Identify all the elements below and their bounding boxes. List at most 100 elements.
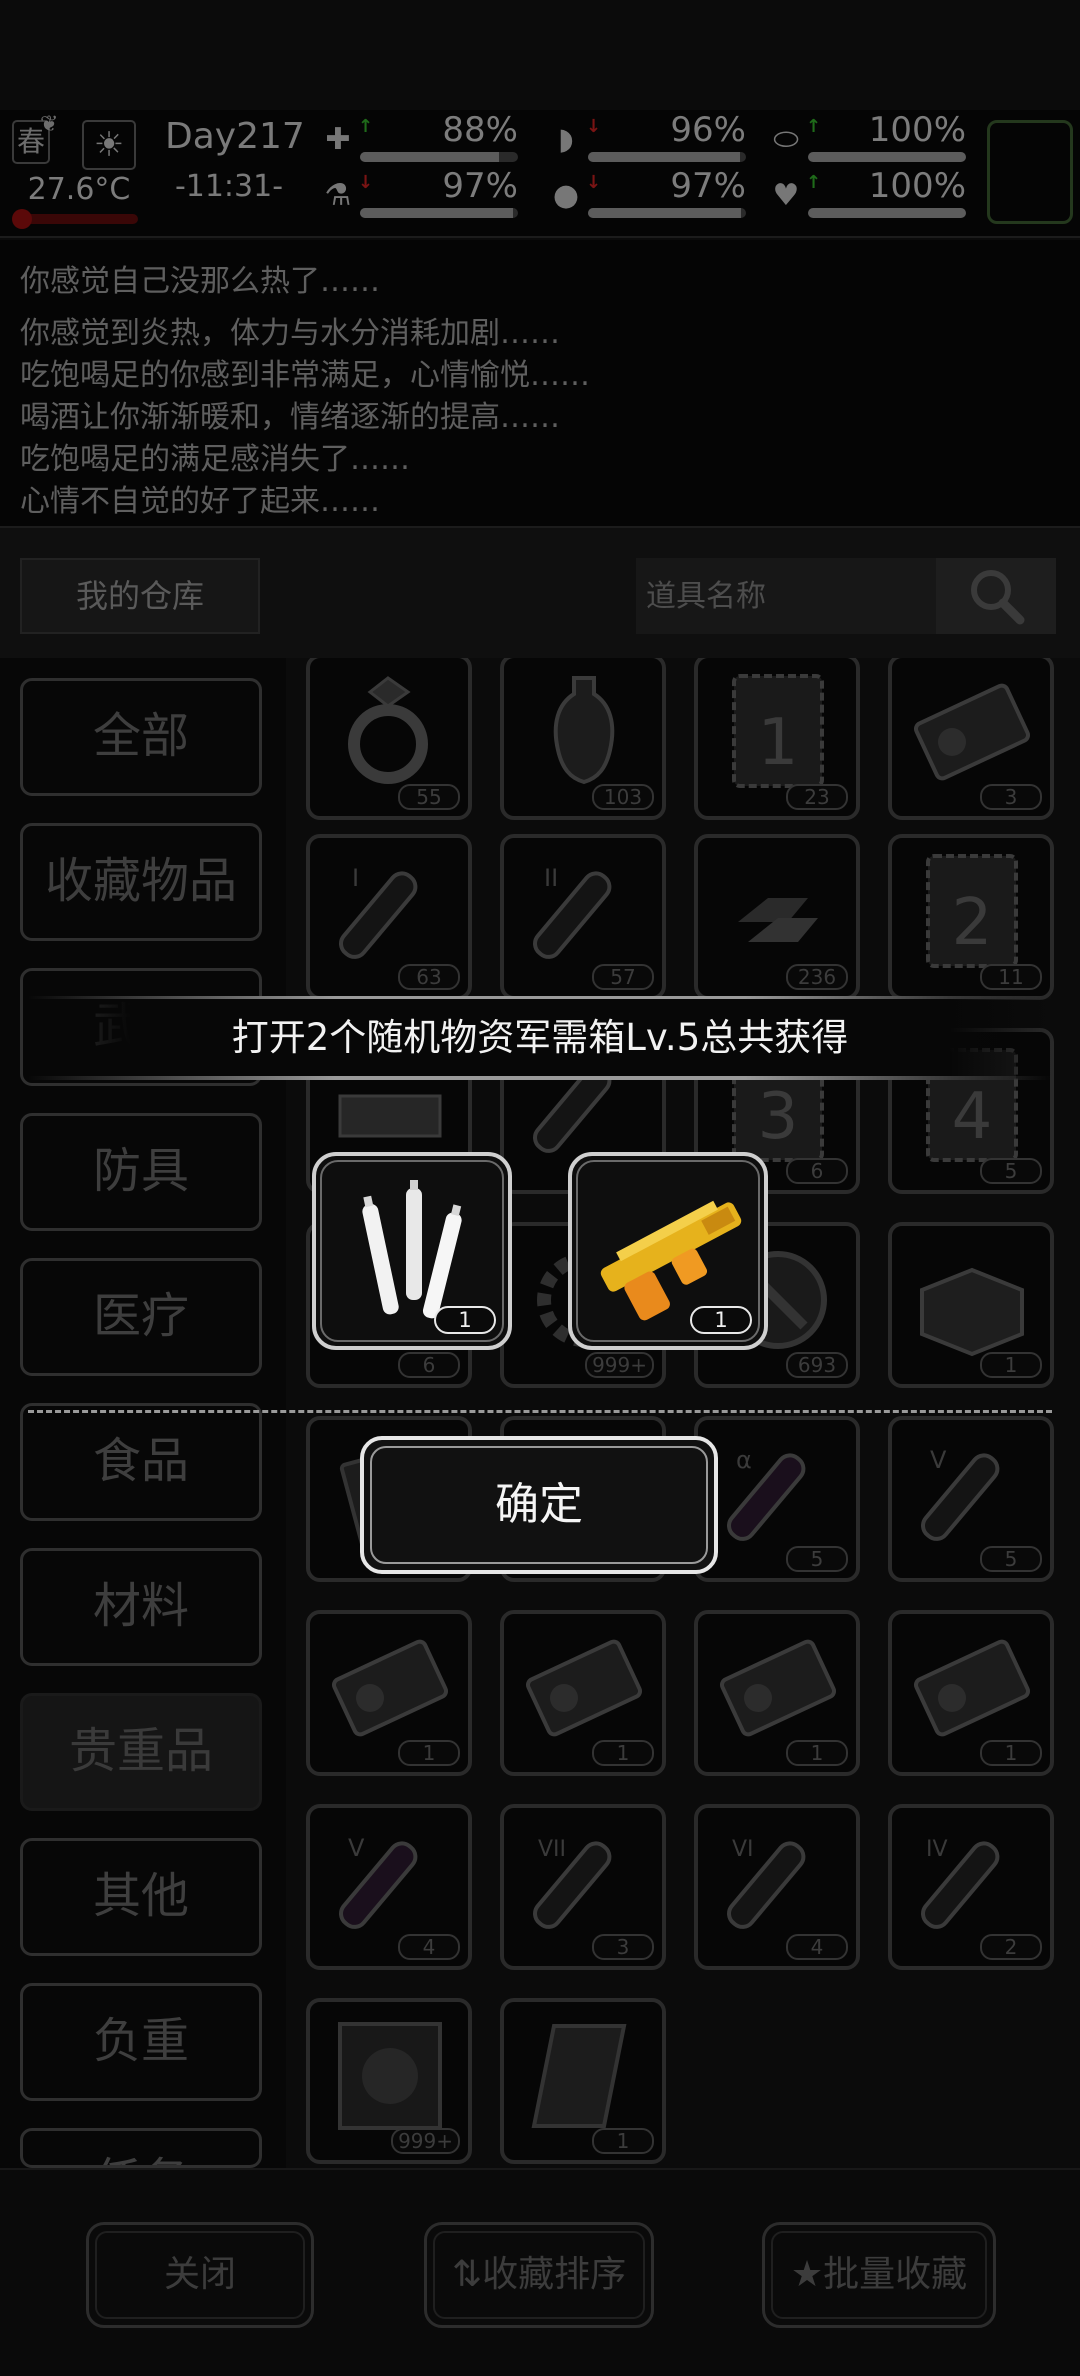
stomach-icon: ◗: [558, 122, 574, 157]
reward-item[interactable]: 1: [312, 1152, 512, 1350]
svg-text:V: V: [930, 1446, 947, 1474]
item-count: 999+: [585, 1352, 654, 1378]
category-all[interactable]: 全部: [20, 678, 262, 796]
item-count: 63: [398, 964, 460, 990]
potion-vi-icon: VI: [727, 1837, 806, 1929]
trend-arrow: ↑: [806, 116, 822, 137]
svg-text:VI: VI: [732, 1837, 754, 1862]
pill-icon: ⬭: [773, 122, 799, 157]
potion-v-icon: V: [921, 1446, 1000, 1541]
confirm-button[interactable]: 确定: [360, 1436, 718, 1574]
svg-text:4: 4: [952, 1080, 993, 1154]
batch-favorite-button[interactable]: ★批量收藏: [762, 2222, 996, 2328]
heart-icon: ♥: [772, 178, 800, 213]
category-quest[interactable]: 任务: [20, 2128, 262, 2168]
category-other[interactable]: 其他: [20, 1838, 262, 1956]
ticket-icon: [331, 1639, 449, 1737]
item-slot[interactable]: VII 3: [500, 1804, 666, 1970]
category-food[interactable]: 食品: [20, 1403, 262, 1521]
close-label: 关闭: [163, 2254, 236, 2295]
svg-text:1: 1: [758, 706, 799, 780]
item-slot[interactable]: II 57: [500, 834, 666, 1000]
trend-arrow: ↓: [586, 116, 602, 137]
item-slot[interactable]: 236: [694, 834, 860, 1000]
item-slot[interactable]: 999+: [306, 1998, 472, 2164]
item-count: 6: [398, 1352, 460, 1378]
diamond-ring-icon: [348, 676, 428, 784]
item-slot[interactable]: 3: [888, 658, 1054, 820]
item-slot[interactable]: 1: [694, 1610, 860, 1776]
item-slot[interactable]: 1 23: [694, 658, 860, 820]
item-count: 5: [980, 1158, 1042, 1184]
ticket-icon: [913, 1639, 1031, 1737]
stat-stamina: ⚗ ↓ 97%: [320, 166, 520, 220]
category-favorites[interactable]: 收藏物品: [20, 823, 262, 941]
reward-count: 1: [434, 1306, 496, 1334]
item-count: 1: [398, 1740, 460, 1766]
svg-text:3: 3: [758, 1080, 799, 1154]
svg-text:IV: IV: [926, 1837, 948, 1862]
crate-icon: [920, 1267, 1024, 1357]
stat-health: ✚ ↑ 88%: [320, 110, 520, 164]
item-count: 1: [592, 1740, 654, 1766]
item-slot[interactable]: V 5: [888, 1416, 1054, 1582]
category-medical[interactable]: 医疗: [20, 1258, 262, 1376]
stat-bar: [808, 152, 966, 162]
item-count: 3: [592, 1934, 654, 1960]
stat-bar: [588, 152, 746, 162]
warehouse-header: 我的仓库: [0, 528, 1080, 658]
item-slot[interactable]: 1: [888, 1222, 1054, 1388]
item-slot[interactable]: 1: [888, 1610, 1054, 1776]
search-icon: [971, 570, 1025, 625]
close-button[interactable]: 关闭: [86, 2222, 314, 2328]
item-slot[interactable]: VI 4: [694, 1804, 860, 1970]
my-warehouse-tab[interactable]: 我的仓库: [20, 558, 260, 634]
item-count: 4: [786, 1934, 848, 1960]
item-slot[interactable]: 2 11: [888, 834, 1054, 1000]
search-button[interactable]: [936, 558, 1056, 634]
potion-v-icon: V: [339, 1834, 418, 1929]
potion-alpha-icon: α: [727, 1446, 806, 1541]
item-count: 5: [980, 1546, 1042, 1572]
reward-title: 打开2个随机物资军需箱Lv.5总共获得: [231, 1016, 849, 1059]
category-armor[interactable]: 防具: [20, 1113, 262, 1231]
item-slot[interactable]: I 63: [306, 834, 472, 1000]
reward-item[interactable]: 1: [568, 1152, 768, 1350]
item-slot[interactable]: IV 2: [888, 1804, 1054, 1970]
item-slot[interactable]: 1: [500, 1998, 666, 2164]
item-slot[interactable]: 103: [500, 658, 666, 820]
svg-text:VII: VII: [538, 1837, 566, 1862]
log-line: 喝酒让你渐渐暖和，情绪逐渐的提高……: [20, 400, 560, 435]
stat-value: 100%: [868, 166, 966, 206]
item-grid: 55 103 1 23 3 I 63 II 57 236 2 11 3 6 4 …: [300, 658, 1080, 2168]
vase-icon: [553, 676, 615, 785]
divider: [28, 1410, 1052, 1413]
category-load[interactable]: 负重: [20, 1983, 262, 2101]
item-count: 4: [398, 1934, 460, 1960]
item-count: 2: [980, 1934, 1042, 1960]
equipment-slot[interactable]: [987, 120, 1073, 224]
item-slot[interactable]: 1: [306, 1610, 472, 1776]
level-1-card-icon: 1: [732, 674, 824, 788]
potion-ii-icon: II: [533, 864, 612, 959]
item-slot[interactable]: V 4: [306, 1804, 472, 1970]
item-slot[interactable]: α 5: [694, 1416, 860, 1582]
status-bar: 春 ❦ ☀ 27.6°C Day217 -11:31- ✚ ↑ 88% ◗ ↓ …: [0, 110, 1080, 238]
stat-value: 100%: [868, 110, 966, 150]
item-count: 11: [980, 964, 1042, 990]
trend-arrow: ↑: [358, 116, 374, 137]
batch-label: 批量收藏: [823, 2254, 968, 2295]
category-materials[interactable]: 材料: [20, 1548, 262, 1666]
stat-medicine: ⬭ ↑ 100%: [768, 110, 968, 164]
item-slot[interactable]: 1: [500, 1610, 666, 1776]
stat-value: 96%: [670, 110, 746, 150]
item-slot[interactable]: 55: [306, 658, 472, 820]
item-count: 1: [980, 1352, 1042, 1378]
item-search-input[interactable]: [636, 558, 936, 634]
temperature-bar: [12, 209, 138, 229]
item-count: 57: [592, 964, 654, 990]
level-2-card-icon: 2: [926, 854, 1018, 968]
sort-favorites-button[interactable]: ⇅收藏排序: [424, 2222, 654, 2328]
item-count: 999+: [391, 2128, 460, 2154]
category-valuables[interactable]: 贵重品: [20, 1693, 262, 1811]
